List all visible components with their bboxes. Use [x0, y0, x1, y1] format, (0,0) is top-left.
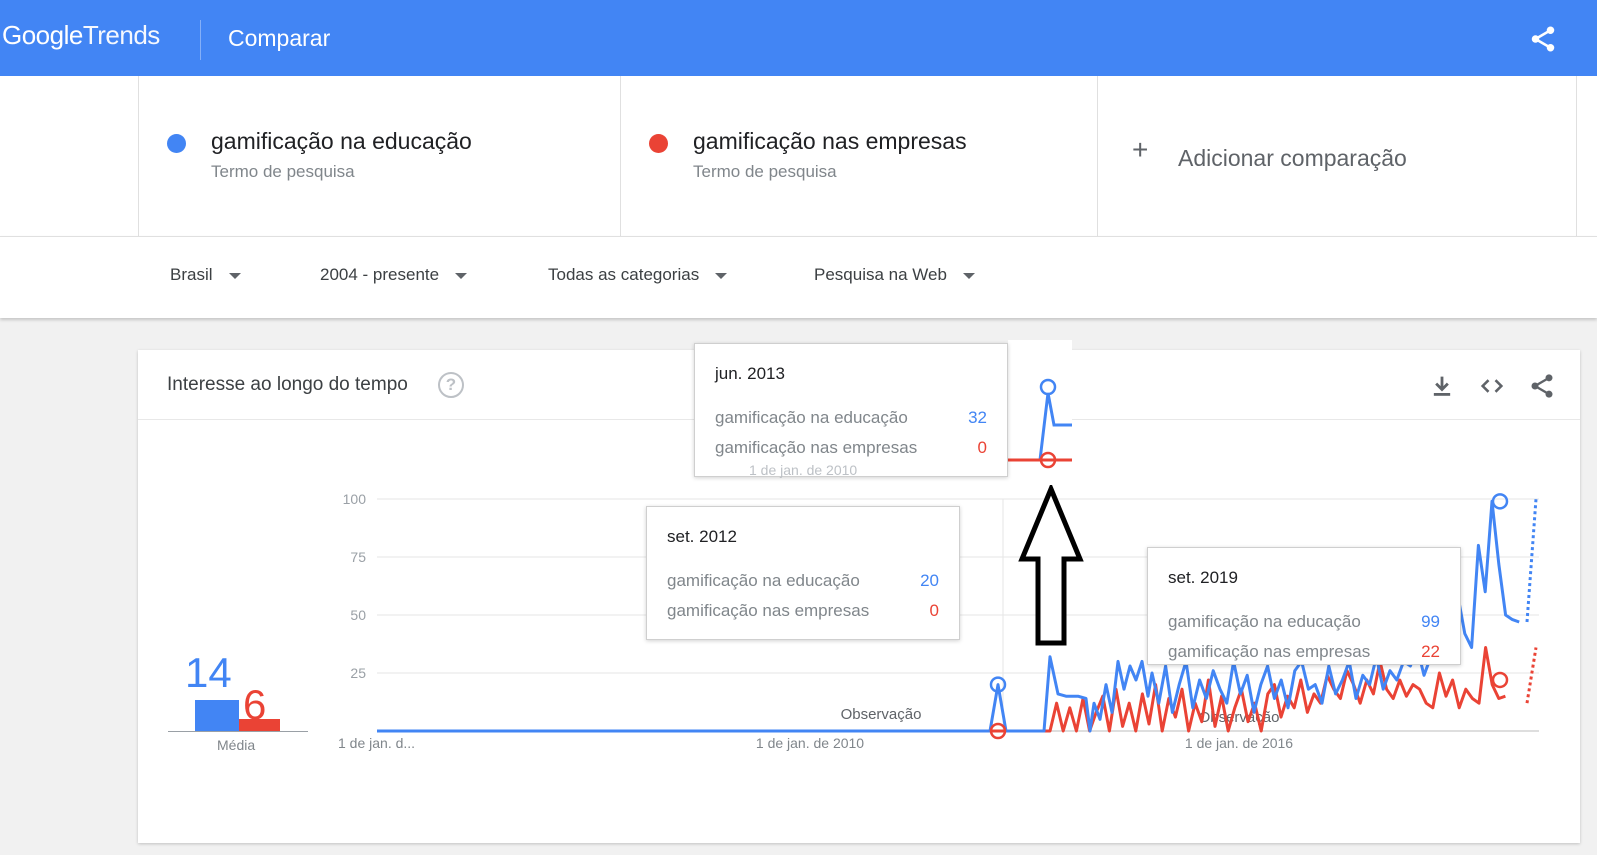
term-type-label: Termo de pesquisa	[211, 162, 355, 181]
average-axis	[168, 731, 308, 732]
google-trends-logo[interactable]: GoogleTrends	[2, 20, 160, 51]
plus-icon: +	[1132, 134, 1149, 165]
term-color-dot-blue	[167, 134, 186, 153]
page-title: Comparar	[228, 25, 331, 51]
share-icon[interactable]	[1528, 372, 1556, 400]
average-label: Média	[217, 737, 256, 753]
term-card-1[interactable]: gamificação na educação Termo de pesquis…	[138, 76, 620, 236]
add-comparison-button[interactable]: + Adicionar comparação	[1097, 76, 1577, 236]
region-value: Brasil	[170, 265, 213, 284]
category-value: Todas as categorias	[548, 265, 700, 284]
tooltip-row-value: 0	[977, 438, 987, 457]
header-divider	[200, 20, 201, 60]
tooltip-row-value: 32	[968, 408, 987, 427]
tooltip-set-2019: set. 2019 gamificação na educação 99 gam…	[1147, 547, 1461, 665]
logo-google-text: Google	[2, 20, 83, 50]
tooltip-row-value: 0	[929, 601, 939, 620]
tooltip-row-label: gamificação nas empresas	[1168, 642, 1371, 661]
embed-icon[interactable]	[1478, 372, 1506, 400]
search-type-dropdown[interactable]: Pesquisa na Web	[814, 265, 975, 285]
tooltip-date: jun. 2013	[715, 364, 785, 383]
logo-trends-text: Trends	[82, 20, 160, 50]
period-value: 2004 - presente	[320, 265, 440, 284]
add-comparison-label: Adicionar comparação	[1178, 145, 1407, 171]
tooltip-row-value: 99	[1421, 612, 1440, 631]
top-app-bar: GoogleTrends Comparar	[0, 0, 1597, 76]
term-card-2[interactable]: gamificação nas empresas Termo de pesqui…	[620, 76, 1097, 236]
dropdown-arrow-icon	[228, 272, 241, 279]
term-name: gamificação nas empresas	[693, 128, 967, 154]
tooltip-overlay-axis-label: 1 de jan. de 2010	[749, 462, 858, 478]
category-dropdown[interactable]: Todas as categorias	[548, 265, 728, 285]
tooltip-jun-2013: jun. 2013 gamificação na educação 32 gam…	[694, 343, 1008, 478]
dropdown-arrow-icon	[455, 272, 468, 279]
download-icon[interactable]	[1428, 372, 1456, 400]
annotation-arrow-icon	[1018, 485, 1084, 646]
tooltip-row-label: gamificação nas empresas	[715, 438, 918, 457]
average-bar-blue	[195, 700, 239, 731]
search-type-value: Pesquisa na Web	[814, 265, 947, 284]
share-icon[interactable]	[1528, 24, 1558, 54]
tooltip-date: set. 2019	[1168, 568, 1238, 587]
term-color-dot-red	[649, 134, 668, 153]
tooltip-row-label: gamificação na educação	[1168, 612, 1361, 631]
tooltip-row-label: gamificação nas empresas	[667, 601, 870, 620]
dropdown-arrow-icon	[715, 272, 728, 279]
dropdown-arrow-icon	[962, 272, 975, 279]
term-type-label: Termo de pesquisa	[693, 162, 837, 181]
search-terms-row: gamificação na educação Termo de pesquis…	[0, 76, 1597, 236]
filters-bar: Brasil 2004 - presente Todas as categori…	[0, 236, 1597, 318]
tooltip-row-value: 22	[1421, 642, 1440, 661]
tooltip-row-label: gamificação na educação	[715, 408, 908, 427]
average-bar-red	[239, 719, 280, 731]
region-dropdown[interactable]: Brasil	[170, 265, 241, 285]
help-icon[interactable]: ?	[438, 372, 464, 398]
tooltip-set-2012: set. 2012 gamificação na educação 20 gam…	[646, 506, 960, 640]
card-title: Interesse ao longo do tempo	[167, 374, 408, 395]
term-name: gamificação na educação	[211, 128, 472, 154]
tooltip-row-value: 20	[920, 571, 939, 590]
tooltip-row-label: gamificação na educação	[667, 571, 860, 590]
tooltip-date: set. 2012	[667, 527, 737, 546]
period-dropdown[interactable]: 2004 - presente	[320, 265, 468, 285]
average-value-blue: 14	[185, 649, 232, 696]
